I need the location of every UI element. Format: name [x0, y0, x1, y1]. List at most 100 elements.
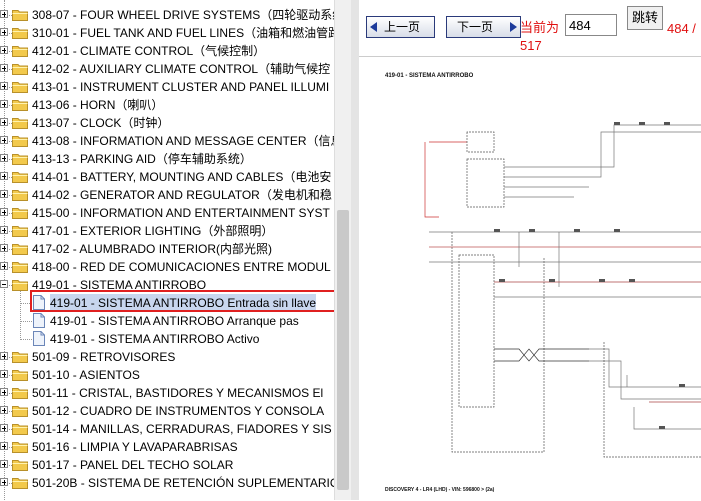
- viewer-toolbar: 上一页 下一页 当前为 跳转 484 / 517: [359, 0, 701, 56]
- tree-folder-item[interactable]: 501-17 - PANEL DEL TECHO SOLAR: [0, 456, 334, 474]
- prev-page-button[interactable]: 上一页: [366, 16, 435, 38]
- tree-item-label: 415-00 - INFORMATION AND ENTERTAINMENT S…: [32, 206, 330, 220]
- tree-folder-item[interactable]: 418-00 - RED DE COMUNICACIONES ENTRE MOD…: [0, 258, 334, 276]
- expand-plus-icon[interactable]: [0, 136, 8, 144]
- folder-icon: [12, 172, 28, 183]
- next-page-button[interactable]: 下一页: [446, 16, 521, 38]
- folder-icon: [12, 226, 28, 237]
- document-page: 419-01 - SISTEMA ANTIRROBO DISCOVERY 4 -…: [359, 56, 701, 501]
- folder-icon: [12, 190, 28, 201]
- folder-icon: [12, 478, 28, 489]
- tree-document-item[interactable]: 419-01 - SISTEMA ANTIRROBO Activo: [0, 330, 334, 348]
- folder-icon: [12, 388, 28, 399]
- tree-folder-item[interactable]: 501-20B - SISTEMA DE RETENCIÓN SUPLEMENT…: [0, 474, 334, 492]
- tree-item-label: 413-06 - HORN（喇叭）: [32, 98, 164, 112]
- tree-item-label: 413-08 - INFORMATION AND MESSAGE CENTER（…: [32, 134, 334, 148]
- scrollbar-thumb[interactable]: [337, 210, 349, 490]
- folder-icon: [12, 262, 28, 273]
- tree-folder-item[interactable]: 501-14 - MANILLAS, CERRADURAS, FIADORES …: [0, 420, 334, 438]
- expand-plus-icon[interactable]: [0, 118, 8, 126]
- folder-icon: [12, 208, 28, 219]
- folder-icon: [12, 154, 28, 165]
- document-title: 419-01 - SISTEMA ANTIRROBO: [385, 73, 474, 79]
- folder-icon: [12, 280, 28, 291]
- tree-folder-item[interactable]: 412-02 - AUXILIARY CLIMATE CONTROL（辅助气候控: [0, 60, 334, 78]
- expand-plus-icon[interactable]: [0, 478, 8, 486]
- expand-plus-icon[interactable]: [0, 388, 8, 396]
- document-tree[interactable]: 308-07 - FOUR WHEEL DRIVE SYSTEMS（四轮驱动系统…: [0, 0, 334, 500]
- folder-icon: [12, 100, 28, 111]
- tree-document-item[interactable]: 419-01 - SISTEMA ANTIRROBO Arranque pas: [0, 312, 334, 330]
- wiring-schematic: [424, 122, 701, 458]
- tree-guide-line: [20, 321, 32, 322]
- expand-plus-icon[interactable]: [0, 442, 8, 450]
- tree-folder-item[interactable]: 413-08 - INFORMATION AND MESSAGE CENTER（…: [0, 132, 334, 150]
- expand-plus-icon[interactable]: [0, 406, 8, 414]
- tree-folder-item[interactable]: 413-07 - CLOCK（时钟）: [0, 114, 334, 132]
- tree-folder-item[interactable]: 501-16 - LIMPIA Y LAVAPARABRISAS: [0, 438, 334, 456]
- tree-item-label: 414-01 - BATTERY, MOUNTING AND CABLES（电池…: [32, 170, 332, 184]
- tree-folder-item[interactable]: 310-01 - FUEL TANK AND FUEL LINES（油箱和燃油管…: [0, 24, 334, 42]
- expand-plus-icon[interactable]: [0, 64, 8, 72]
- expand-plus-icon[interactable]: [0, 82, 8, 90]
- tree-item-label: 310-01 - FUEL TANK AND FUEL LINES（油箱和燃油管…: [32, 26, 334, 40]
- tree-folder-item[interactable]: 501-10 - ASIENTOS: [0, 366, 334, 384]
- expand-plus-icon[interactable]: [0, 154, 8, 162]
- expand-plus-icon[interactable]: [0, 190, 8, 198]
- pane-divider[interactable]: [351, 0, 359, 500]
- tree-folder-item[interactable]: 501-11 - CRISTAL, BASTIDORES Y MECANISMO…: [0, 384, 334, 402]
- tree-scrollbar[interactable]: [334, 0, 351, 500]
- tree-folder-item[interactable]: 417-01 - EXTERIOR LIGHTING（外部照明）: [0, 222, 334, 240]
- expand-plus-icon[interactable]: [0, 244, 8, 252]
- document-icon: [33, 331, 45, 346]
- collapse-minus-icon[interactable]: [0, 280, 8, 288]
- tree-item-label: 413-07 - CLOCK（时钟）: [32, 116, 170, 130]
- tree-item-label: 419-01 - SISTEMA ANTIRROBO Activo: [50, 332, 260, 346]
- expand-plus-icon[interactable]: [0, 10, 8, 18]
- expand-plus-icon[interactable]: [0, 226, 8, 234]
- tree-item-label: 501-16 - LIMPIA Y LAVAPARABRISAS: [32, 440, 238, 454]
- folder-icon: [12, 46, 28, 57]
- expand-plus-icon[interactable]: [0, 28, 8, 36]
- tree-item-label: 412-01 - CLIMATE CONTROL（气候控制）: [32, 44, 266, 58]
- tree-item-label: 418-00 - RED DE COMUNICACIONES ENTRE MOD…: [32, 260, 331, 274]
- tree-item-label: 501-14 - MANILLAS, CERRADURAS, FIADORES …: [32, 422, 332, 436]
- tree-item-label: 501-11 - CRISTAL, BASTIDORES Y MECANISMO…: [32, 386, 324, 400]
- expand-plus-icon[interactable]: [0, 262, 8, 270]
- expand-plus-icon[interactable]: [0, 100, 8, 108]
- arrow-left-icon: [370, 22, 377, 32]
- page-number-input[interactable]: [565, 14, 617, 36]
- tree-folder-item[interactable]: 412-01 - CLIMATE CONTROL（气候控制）: [0, 42, 334, 60]
- tree-folder-item[interactable]: 413-13 - PARKING AID（停车辅助系统）: [0, 150, 334, 168]
- tree-folder-item[interactable]: 308-07 - FOUR WHEEL DRIVE SYSTEMS（四轮驱动系统: [0, 6, 334, 24]
- expand-plus-icon[interactable]: [0, 424, 8, 432]
- jump-button[interactable]: 跳转: [627, 6, 663, 30]
- expand-plus-icon[interactable]: [0, 208, 8, 216]
- expand-plus-icon[interactable]: [0, 172, 8, 180]
- expand-plus-icon[interactable]: [0, 370, 8, 378]
- tree-folder-item[interactable]: 415-00 - INFORMATION AND ENTERTAINMENT S…: [0, 204, 334, 222]
- folder-icon: [12, 64, 28, 75]
- tree-folder-item[interactable]: 417-02 - ALUMBRADO INTERIOR(内部光照): [0, 240, 334, 258]
- tree-item-label: 501-17 - PANEL DEL TECHO SOLAR: [32, 458, 234, 472]
- tree-folder-item[interactable]: 501-09 - RETROVISORES: [0, 348, 334, 366]
- tree-item-label: 501-09 - RETROVISORES: [32, 350, 176, 364]
- tree-folder-item[interactable]: 413-01 - INSTRUMENT CLUSTER AND PANEL IL…: [0, 78, 334, 96]
- tree-folder-item[interactable]: 501-12 - CUADRO DE INSTRUMENTOS Y CONSOL…: [0, 402, 334, 420]
- selection-highlight-box: [30, 290, 342, 312]
- page-total: 517: [520, 38, 542, 53]
- tree-folder-item[interactable]: 414-01 - BATTERY, MOUNTING AND CABLES（电池…: [0, 168, 334, 186]
- folder-icon: [12, 406, 28, 417]
- folder-icon: [12, 10, 28, 21]
- folder-icon: [12, 118, 28, 129]
- tree-folder-item[interactable]: 414-02 - GENERATOR AND REGULATOR（发电机和稳: [0, 186, 334, 204]
- expand-plus-icon[interactable]: [0, 460, 8, 468]
- expand-plus-icon[interactable]: [0, 46, 8, 54]
- folder-icon: [12, 352, 28, 363]
- folder-icon: [12, 442, 28, 453]
- folder-icon: [12, 136, 28, 147]
- document-icon: [33, 313, 45, 328]
- tree-item-label: 501-12 - CUADRO DE INSTRUMENTOS Y CONSOL…: [32, 404, 325, 418]
- tree-folder-item[interactable]: 413-06 - HORN（喇叭）: [0, 96, 334, 114]
- expand-plus-icon[interactable]: [0, 352, 8, 360]
